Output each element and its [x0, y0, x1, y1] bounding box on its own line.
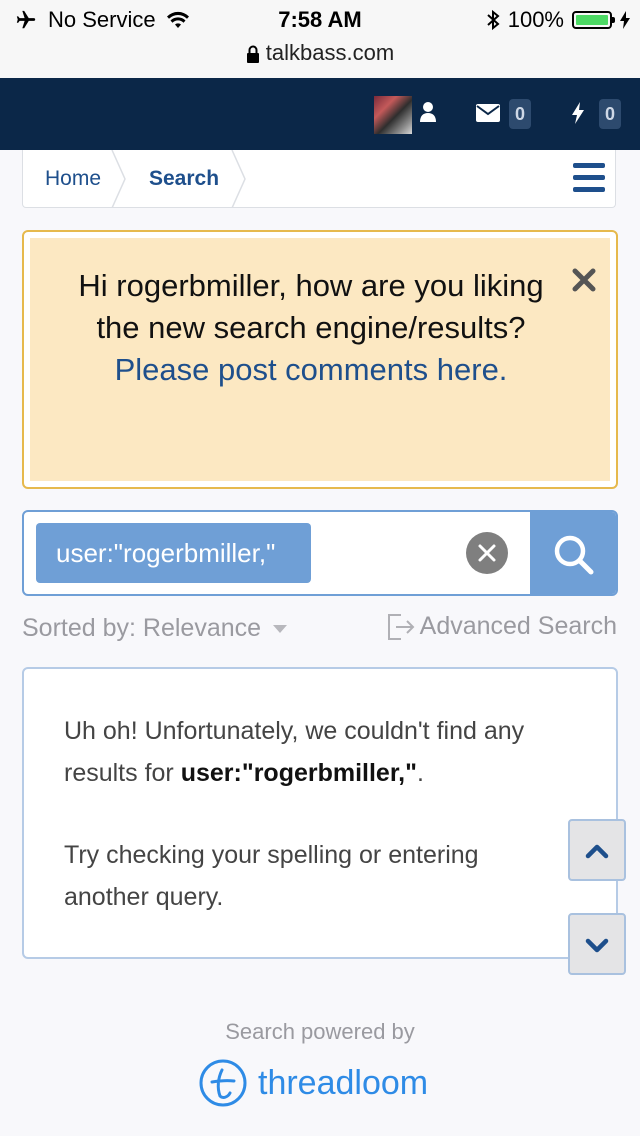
brand-name: threadloom	[258, 1063, 429, 1102]
battery-percent: 100%	[507, 7, 564, 32]
avatar[interactable]	[374, 96, 412, 134]
lightning-icon[interactable]	[572, 102, 584, 124]
no-results-panel: Uh oh! Unfortunately, we couldn't find a…	[22, 667, 618, 959]
external-link-icon	[387, 613, 415, 640]
chevron-up-icon	[585, 844, 609, 859]
charging-icon	[620, 11, 630, 29]
breadcrumb-search[interactable]: Search	[149, 167, 219, 191]
search-button[interactable]	[530, 512, 616, 594]
alerts-badge[interactable]: 0	[599, 99, 621, 129]
lock-icon	[246, 45, 259, 64]
notice-message: Hi rogerbmiller, how are you liking the …	[78, 268, 544, 387]
advanced-search-link[interactable]: Advanced Search	[386, 612, 617, 641]
query-text: user:"rogerbmiller,"	[180, 759, 417, 787]
search-icon	[554, 535, 594, 575]
status-bar: No Service 7:58 AM 100%	[0, 0, 640, 40]
sort-label: Sorted by: Relevance	[22, 614, 262, 642]
caret-down-icon	[273, 625, 288, 634]
bluetooth-icon	[487, 9, 500, 31]
notice-link[interactable]: Please post comments here.	[115, 352, 508, 387]
advanced-search-label: Advanced Search	[419, 612, 617, 640]
url-text: talkbass.com	[265, 40, 395, 65]
site-top-nav: 0 0	[0, 78, 640, 150]
no-results-message: Uh oh! Unfortunately, we couldn't find a…	[64, 717, 525, 787]
powered-by-label: Search powered by	[225, 1019, 415, 1044]
close-icon	[478, 544, 496, 562]
threadloom-logo[interactable]: threadloom	[198, 1058, 428, 1108]
battery-icon	[572, 11, 615, 29]
sort-dropdown[interactable]: Sorted by: Relevance	[22, 614, 288, 643]
query-chip[interactable]: user:"rogerbmiller,"	[36, 523, 311, 583]
feedback-notice: Hi rogerbmiller, how are you liking the …	[22, 230, 618, 489]
breadcrumb-separator-icon	[111, 150, 126, 208]
messages-badge[interactable]: 0	[509, 99, 531, 129]
scroll-down-button[interactable]	[568, 913, 626, 975]
breadcrumb-home[interactable]: Home	[45, 167, 101, 191]
breadcrumb-separator-icon	[231, 150, 246, 208]
search-input[interactable]: user:"rogerbmiller,"	[22, 510, 618, 596]
breadcrumb: Home Search	[22, 150, 616, 208]
no-results-hint: Try checking your spelling or entering a…	[64, 841, 479, 911]
user-icon[interactable]	[420, 100, 436, 124]
scroll-up-button[interactable]	[568, 819, 626, 881]
hamburger-menu-icon[interactable]	[573, 163, 605, 193]
close-icon[interactable]	[570, 266, 598, 294]
chevron-down-icon	[585, 938, 609, 953]
envelope-icon[interactable]	[476, 104, 500, 122]
clear-search-button[interactable]	[466, 532, 508, 574]
threadloom-logo-icon	[199, 1059, 247, 1107]
address-bar[interactable]: talkbass.com	[0, 40, 640, 78]
